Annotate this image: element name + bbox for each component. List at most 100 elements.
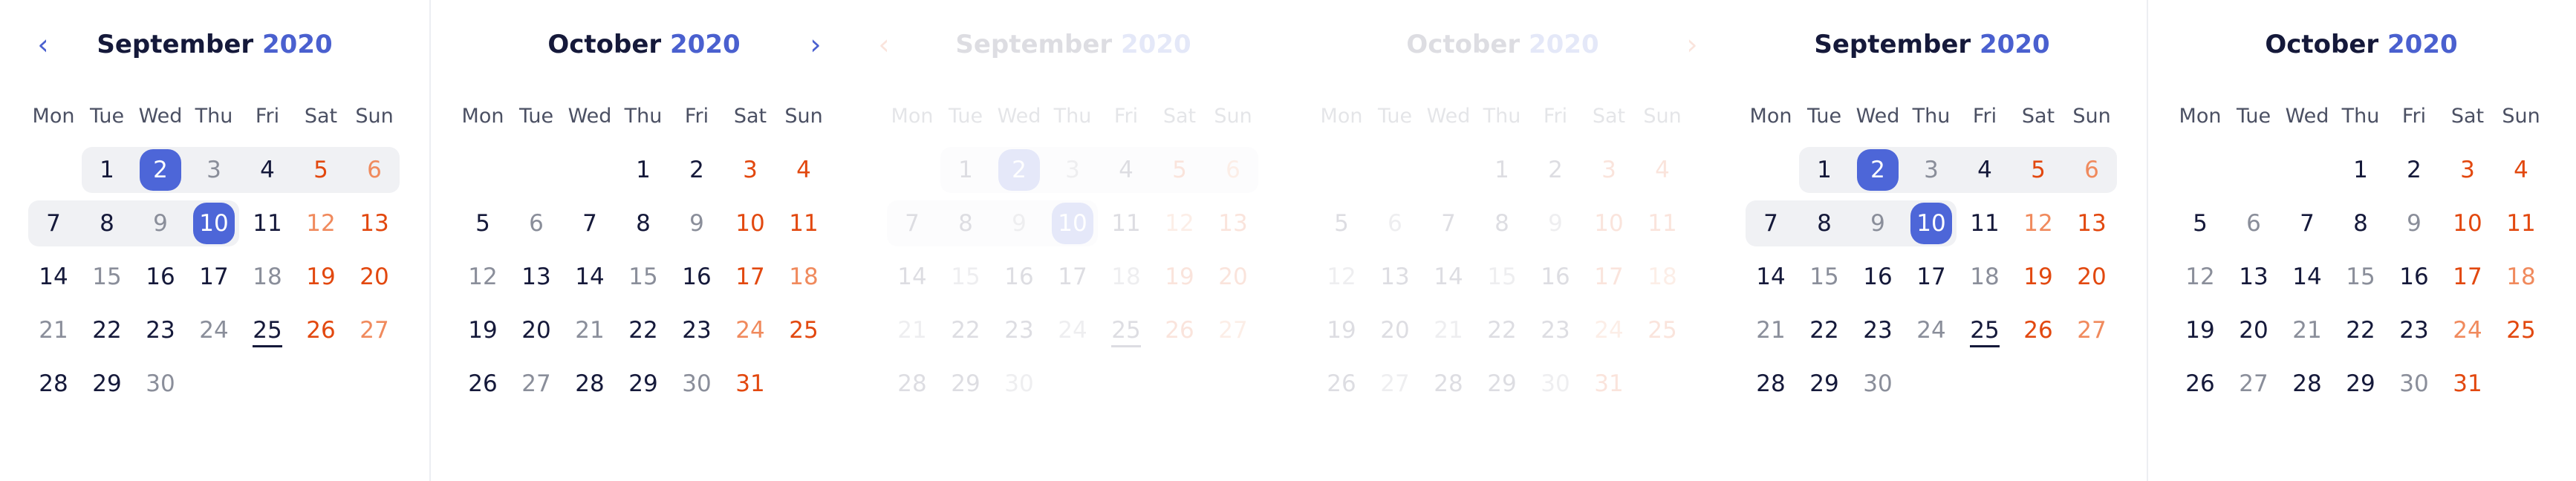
- day-cell[interactable]: 3: [727, 147, 773, 193]
- day-cell[interactable]: 31: [727, 361, 773, 407]
- day-cell[interactable]: 22: [943, 307, 989, 353]
- day-cell[interactable]: 16: [137, 254, 183, 300]
- day-cell[interactable]: 21: [1748, 307, 1794, 353]
- day-cell[interactable]: 15: [2338, 254, 2384, 300]
- day-cell[interactable]: 4: [1962, 147, 2008, 193]
- day-cell[interactable]: 5: [2177, 200, 2223, 246]
- day-cell[interactable]: 11: [1962, 200, 2008, 246]
- day-cell[interactable]: 5: [298, 147, 344, 193]
- day-cell[interactable]: 28: [1425, 361, 1471, 407]
- day-cell[interactable]: 6: [2231, 200, 2277, 246]
- selected-day-cell[interactable]: 10: [1908, 200, 1954, 246]
- day-cell[interactable]: 6: [1372, 200, 1418, 246]
- day-cell[interactable]: 30: [2391, 361, 2437, 407]
- day-cell[interactable]: 22: [84, 307, 130, 353]
- day-cell[interactable]: 11: [781, 200, 827, 246]
- day-cell[interactable]: 3: [191, 147, 237, 193]
- day-cell[interactable]: 14: [30, 254, 77, 300]
- day-cell[interactable]: 22: [2338, 307, 2384, 353]
- day-cell[interactable]: 8: [620, 200, 666, 246]
- day-cell[interactable]: 20: [1372, 307, 1418, 353]
- day-cell[interactable]: 25: [2498, 307, 2544, 353]
- day-cell[interactable]: 25: [1962, 307, 2008, 353]
- day-cell[interactable]: 19: [1318, 307, 1365, 353]
- day-cell[interactable]: 22: [620, 307, 666, 353]
- day-cell[interactable]: 16: [1855, 254, 1901, 300]
- day-cell[interactable]: 29: [2338, 361, 2384, 407]
- day-cell[interactable]: 20: [351, 254, 397, 300]
- day-cell[interactable]: 9: [674, 200, 720, 246]
- day-cell[interactable]: 1: [84, 147, 130, 193]
- selected-day-cell[interactable]: 2: [137, 147, 183, 193]
- day-cell[interactable]: 24: [2445, 307, 2491, 353]
- day-cell[interactable]: 25: [781, 307, 827, 353]
- day-cell[interactable]: 29: [620, 361, 666, 407]
- day-cell[interactable]: 21: [30, 307, 77, 353]
- day-cell[interactable]: 26: [460, 361, 506, 407]
- day-cell[interactable]: 1: [620, 147, 666, 193]
- day-cell[interactable]: 24: [1586, 307, 1632, 353]
- day-cell[interactable]: 8: [84, 200, 130, 246]
- day-cell[interactable]: 15: [84, 254, 130, 300]
- day-cell[interactable]: 20: [1210, 254, 1256, 300]
- selected-day-cell[interactable]: 2: [996, 147, 1042, 193]
- day-cell[interactable]: 3: [1050, 147, 1096, 193]
- day-cell[interactable]: 16: [2391, 254, 2437, 300]
- day-cell[interactable]: 7: [1748, 200, 1794, 246]
- day-cell[interactable]: 28: [2284, 361, 2330, 407]
- day-cell[interactable]: 28: [889, 361, 935, 407]
- day-cell[interactable]: 25: [244, 307, 290, 353]
- day-cell[interactable]: 21: [567, 307, 613, 353]
- day-cell[interactable]: 8: [1801, 200, 1847, 246]
- day-cell[interactable]: 18: [2498, 254, 2544, 300]
- day-cell[interactable]: 15: [1479, 254, 1525, 300]
- day-cell[interactable]: 28: [30, 361, 77, 407]
- day-cell[interactable]: 6: [2069, 147, 2115, 193]
- day-cell[interactable]: 19: [298, 254, 344, 300]
- day-cell[interactable]: 12: [1318, 254, 1365, 300]
- day-cell[interactable]: 9: [137, 200, 183, 246]
- day-cell[interactable]: 13: [1372, 254, 1418, 300]
- day-cell[interactable]: 26: [2015, 307, 2061, 353]
- day-cell[interactable]: 30: [137, 361, 183, 407]
- day-cell[interactable]: 11: [1103, 200, 1149, 246]
- day-cell[interactable]: 7: [889, 200, 935, 246]
- day-cell[interactable]: 9: [996, 200, 1042, 246]
- day-cell[interactable]: 14: [1748, 254, 1794, 300]
- day-cell[interactable]: 20: [2231, 307, 2277, 353]
- day-cell[interactable]: 17: [1908, 254, 1954, 300]
- day-cell[interactable]: 27: [513, 361, 559, 407]
- day-cell[interactable]: 30: [996, 361, 1042, 407]
- day-cell[interactable]: 7: [567, 200, 613, 246]
- day-cell[interactable]: 29: [1801, 361, 1847, 407]
- day-cell[interactable]: 5: [460, 200, 506, 246]
- day-cell[interactable]: 1: [2338, 147, 2384, 193]
- day-cell[interactable]: 31: [2445, 361, 2491, 407]
- day-cell[interactable]: 11: [1639, 200, 1685, 246]
- day-cell[interactable]: 6: [513, 200, 559, 246]
- day-cell[interactable]: 17: [2445, 254, 2491, 300]
- day-cell[interactable]: 26: [1157, 307, 1203, 353]
- day-cell[interactable]: 11: [2498, 200, 2544, 246]
- day-cell[interactable]: 19: [1157, 254, 1203, 300]
- day-cell[interactable]: 4: [2498, 147, 2544, 193]
- day-cell[interactable]: 24: [727, 307, 773, 353]
- day-cell[interactable]: 18: [1639, 254, 1685, 300]
- day-cell[interactable]: 27: [351, 307, 397, 353]
- day-cell[interactable]: 8: [1479, 200, 1525, 246]
- day-cell[interactable]: 17: [1586, 254, 1632, 300]
- day-cell[interactable]: 15: [943, 254, 989, 300]
- day-cell[interactable]: 12: [298, 200, 344, 246]
- day-cell[interactable]: 8: [943, 200, 989, 246]
- day-cell[interactable]: 14: [2284, 254, 2330, 300]
- day-cell[interactable]: 2: [674, 147, 720, 193]
- day-cell[interactable]: 2: [1532, 147, 1578, 193]
- day-cell[interactable]: 9: [1855, 200, 1901, 246]
- day-cell[interactable]: 17: [727, 254, 773, 300]
- day-cell[interactable]: 13: [351, 200, 397, 246]
- day-cell[interactable]: 23: [674, 307, 720, 353]
- day-cell[interactable]: 7: [2284, 200, 2330, 246]
- day-cell[interactable]: 3: [1586, 147, 1632, 193]
- day-cell[interactable]: 27: [2069, 307, 2115, 353]
- day-cell[interactable]: 6: [351, 147, 397, 193]
